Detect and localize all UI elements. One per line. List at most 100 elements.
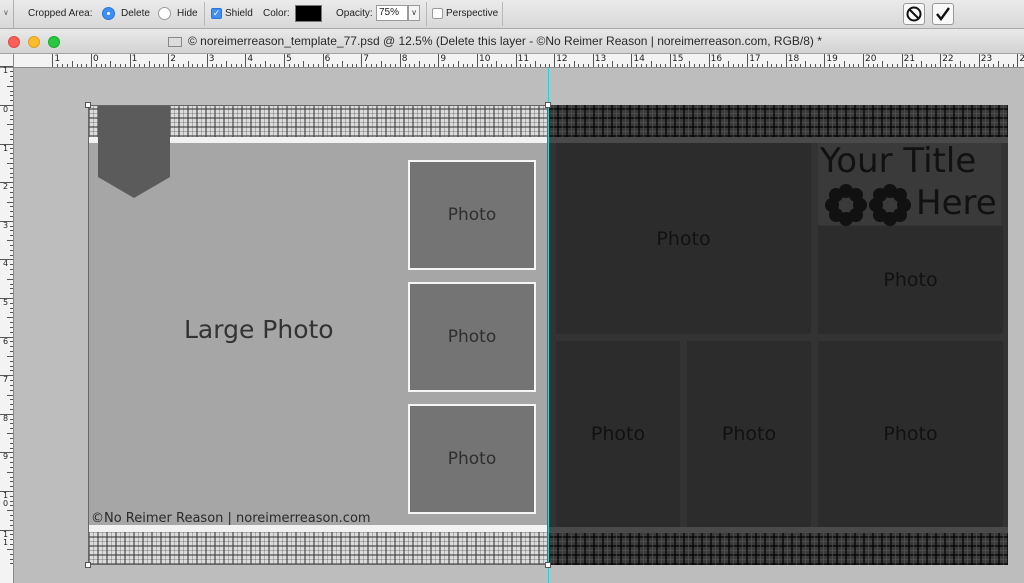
perspective-checkbox[interactable] <box>432 8 443 19</box>
ruler-minor-tick <box>66 64 68 67</box>
ruler-minor-tick <box>645 64 647 67</box>
photo-slot: Photo <box>818 341 1003 527</box>
ruler-minor-tick <box>684 64 686 67</box>
ruler-minor-tick <box>351 64 353 67</box>
crop-boundary[interactable] <box>88 105 548 565</box>
options-bar: ∨ Cropped Area: Delete Hide ✓ Shield Col… <box>0 0 1024 29</box>
ruler-minor-tick <box>703 64 705 67</box>
horizontal-ruler[interactable]: 1 0 1 2 3 4 5 6 7 8 9 10 11 12 13 14 15 16 17 18 19 20 21 22 23 2… <box>14 54 1024 68</box>
opacity-label: Opacity: <box>336 8 373 19</box>
ruler-minor-tick <box>10 428 13 430</box>
ruler-minor-tick <box>969 64 971 67</box>
ruler-minor-tick <box>568 64 570 67</box>
ruler-minor-tick <box>935 64 937 67</box>
ruler-tick <box>322 54 324 67</box>
ruler-minor-tick <box>10 235 13 237</box>
ruler-minor-tick <box>86 64 88 67</box>
ruler-minor-tick <box>10 129 13 131</box>
ruler-minor-tick <box>448 64 450 67</box>
cancel-crop-button[interactable] <box>903 3 925 25</box>
ruler-number: 13 <box>594 54 607 64</box>
ruler-minor-tick <box>10 90 13 92</box>
document-title-bar: © noreimerreason_template_77.psd @ 12.5%… <box>0 29 1024 54</box>
ruler-minor-tick <box>665 64 667 67</box>
tool-preset-picker[interactable]: ∨ <box>0 0 14 28</box>
ruler-minor-tick <box>332 64 334 67</box>
ruler-minor-tick <box>896 64 898 67</box>
ruler-minor-tick <box>698 64 700 67</box>
crop-handle[interactable] <box>85 562 91 568</box>
ruler-minor-tick <box>819 64 821 67</box>
ruler-minor-tick <box>10 293 13 295</box>
delete-radio[interactable] <box>102 7 115 20</box>
ruler-minor-tick <box>173 64 175 67</box>
minimize-window-button[interactable] <box>28 36 40 48</box>
ruler-minor-tick <box>578 64 580 67</box>
zoom-window-button[interactable] <box>48 36 60 48</box>
color-label: Color: <box>263 8 290 19</box>
flower-icon <box>825 184 867 226</box>
ruler-minor-tick <box>153 64 155 67</box>
guide-line[interactable] <box>548 68 549 583</box>
opacity-input[interactable]: 75% <box>376 5 408 21</box>
ruler-minor-tick <box>829 64 831 67</box>
chevron-down-icon: ∨ <box>411 8 417 17</box>
commit-crop-button[interactable] <box>932 3 954 25</box>
ruler-minor-tick <box>771 64 773 67</box>
crop-handle[interactable] <box>545 562 551 568</box>
ruler-minor-tick <box>10 138 13 140</box>
ruler-minor-tick <box>10 273 13 275</box>
opacity-dropdown-button[interactable]: ∨ <box>408 5 420 21</box>
ruler-minor-tick <box>10 269 13 271</box>
ruler-minor-tick <box>7 317 13 319</box>
crop-handle[interactable] <box>545 102 551 108</box>
ruler-minor-tick <box>216 64 218 67</box>
ruler-minor-tick <box>10 365 13 367</box>
ruler-minor-tick <box>636 64 638 67</box>
ruler-minor-tick <box>269 64 271 67</box>
ruler-minor-tick <box>998 61 1000 67</box>
ruler-minor-tick <box>10 380 13 382</box>
ruler-minor-tick <box>10 288 13 290</box>
photo-slot: Photo <box>556 341 680 527</box>
shield-checkbox[interactable]: ✓ <box>211 8 222 19</box>
ruler-minor-tick <box>761 64 763 67</box>
ruler-minor-tick <box>10 148 13 150</box>
ruler-minor-tick <box>988 64 990 67</box>
ruler-minor-tick <box>10 370 13 372</box>
ruler-minor-tick <box>877 64 879 67</box>
ruler-minor-tick <box>621 64 623 67</box>
vertical-ruler[interactable]: 1 0 1 2 3 4 5 6 7 8 9 10 11 <box>0 66 14 583</box>
ruler-minor-tick <box>481 64 483 67</box>
ruler-minor-tick <box>930 64 932 67</box>
ruler-minor-tick <box>843 61 845 67</box>
ruler-minor-tick <box>1002 64 1004 67</box>
ruler-minor-tick <box>713 64 715 67</box>
ruler-minor-tick <box>906 64 908 67</box>
bottom-plaid-strip-dark <box>548 533 1008 565</box>
ruler-minor-tick <box>954 64 956 67</box>
ruler-minor-tick <box>10 389 13 391</box>
ruler-minor-tick <box>10 211 13 213</box>
ruler-minor-tick <box>795 64 797 67</box>
ruler-minor-tick <box>7 510 13 512</box>
ruler-minor-tick <box>10 100 13 102</box>
ruler-minor-tick <box>655 64 657 67</box>
hide-radio[interactable] <box>158 7 171 20</box>
ruler-minor-tick <box>158 64 160 67</box>
close-window-button[interactable] <box>8 36 20 48</box>
ruler-minor-tick <box>327 64 329 67</box>
canvas-area[interactable]: Large Photo Photo Photo Photo ©No Reimer… <box>14 68 1024 583</box>
ruler-minor-tick <box>226 61 228 67</box>
ruler-minor-tick <box>544 64 546 67</box>
ruler-minor-tick <box>10 249 13 251</box>
hide-label: Hide <box>177 8 198 19</box>
shield-color-swatch[interactable] <box>295 5 322 22</box>
ruler-minor-tick <box>433 64 435 67</box>
ruler-minor-tick <box>530 64 532 67</box>
ruler-number: 2 <box>170 54 176 64</box>
ruler-minor-tick <box>10 462 13 464</box>
crop-handle[interactable] <box>85 102 91 108</box>
ruler-minor-tick <box>10 215 13 217</box>
ruler-minor-tick <box>197 64 199 67</box>
